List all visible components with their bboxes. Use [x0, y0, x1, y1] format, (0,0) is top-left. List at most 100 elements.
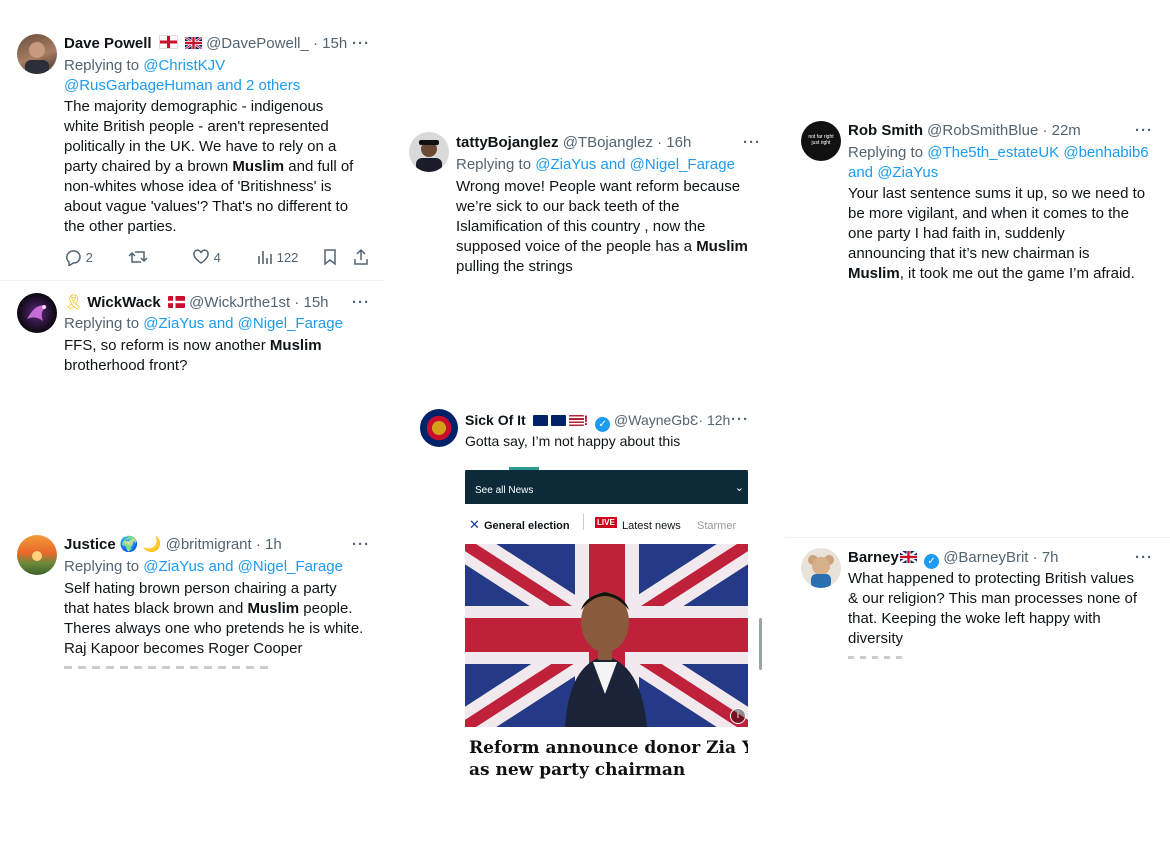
info-icon[interactable]: i — [730, 708, 746, 724]
display-name[interactable]: Rob Smith — [848, 122, 923, 139]
display-name[interactable]: tattyBojanglez — [456, 134, 559, 151]
uk-flag-icon — [532, 415, 548, 426]
more-options-icon[interactable]: ··· — [352, 535, 370, 555]
handle[interactable]: @BarneyBrit — [943, 549, 1028, 566]
nav-general-election[interactable]: General election — [484, 516, 570, 536]
header-accent — [509, 467, 539, 470]
more-options-icon[interactable]: ··· — [743, 133, 761, 153]
handle[interactable]: @WickJrthe1st — [189, 294, 290, 311]
display-name[interactable]: Dave Powell — [64, 35, 152, 52]
avatar[interactable] — [17, 293, 57, 333]
timestamp[interactable]: · 12h — [698, 412, 730, 428]
see-all-news-link[interactable]: See all News — [475, 481, 533, 501]
timestamp[interactable]: · 16h — [657, 134, 691, 151]
live-badge: LIVE — [595, 517, 617, 528]
cropped-text-fragment — [64, 666, 274, 669]
handle[interactable]: @RobSmithBlue — [927, 122, 1038, 139]
tweet-dave-powell[interactable]: Dave Powell @DavePowell_ · 15h ··· Reply… — [0, 0, 385, 280]
tweet-text: Your last sentence sums it up, so we nee… — [848, 185, 1146, 282]
avatar[interactable] — [420, 409, 458, 447]
teddy-bear-icon — [808, 555, 834, 588]
mention-link[interactable]: @ZiaYus and @Nigel_Farage — [143, 558, 343, 575]
verified-badge-icon: ✓ — [924, 554, 940, 569]
display-name[interactable]: Sick Of It — [465, 412, 526, 428]
england-flag-icon — [158, 35, 178, 49]
like-button[interactable]: 4 — [192, 248, 221, 268]
divider — [0, 280, 385, 281]
chevron-down-icon[interactable]: ⌄ — [735, 478, 744, 498]
bookmark-icon — [324, 249, 336, 266]
view-count: 122 — [276, 250, 299, 265]
tweet-tattybojanglez[interactable]: tattyBojanglez @TBojanglez · 16h ··· Rep… — [395, 120, 775, 280]
more-options-icon[interactable]: ··· — [352, 293, 370, 313]
mention-link[interactable]: @ZiaYus and @Nigel_Farage — [535, 156, 735, 173]
share-button[interactable] — [352, 248, 370, 268]
handle[interactable]: @WayneGbƐ — [614, 412, 698, 428]
tweet-justice[interactable]: Justice 🌍 🌙 @britmigrant · 1h ··· Replyi… — [0, 530, 385, 670]
news-card[interactable]: See all News ⌄ ✕ General election LIVE L… — [465, 461, 748, 791]
sunset-photo-icon — [32, 551, 42, 561]
timestamp[interactable]: · 22m — [1042, 122, 1080, 139]
uk-flag-icon — [550, 415, 566, 426]
action-bar: 2 4 122 — [64, 248, 374, 268]
news-header-bar: See all News ⌄ — [465, 467, 748, 504]
display-name[interactable]: Barney — [848, 549, 899, 566]
retweet-button[interactable] — [128, 248, 148, 268]
timestamp[interactable]: · 15h — [294, 294, 328, 311]
mention-link[interactable]: @The5th_estateUK @benhabib6 — [927, 144, 1148, 161]
mention-link[interactable]: @ChristKJV — [143, 57, 225, 74]
nav-divider — [583, 514, 584, 530]
reply-icon — [66, 250, 81, 268]
avatar[interactable] — [409, 132, 449, 172]
scrollbar[interactable] — [759, 618, 762, 670]
avatar[interactable]: not far right just right — [801, 121, 841, 161]
display-name[interactable]: WickWack — [87, 294, 161, 311]
display-name[interactable]: Justice — [64, 536, 116, 553]
nav-next-item[interactable]: Starmer — [697, 516, 736, 536]
replying-to: Replying to @ZiaYus and @Nigel_Farage — [64, 558, 343, 575]
more-options-icon[interactable]: ··· — [1135, 548, 1153, 568]
reply-count: 2 — [85, 250, 93, 265]
more-options-icon[interactable]: ··· — [352, 34, 370, 54]
timestamp[interactable]: · 1h — [256, 536, 282, 553]
news-nav: ✕ General election LIVE Latest news Star… — [465, 504, 748, 542]
tweet-sick-of-it[interactable]: Sick Of It ! ✓ @WayneGbƐ· 12h ··· Gotta … — [410, 400, 780, 800]
bookmark-button[interactable] — [322, 248, 338, 268]
avatar[interactable] — [17, 34, 57, 74]
tweet-wickwack[interactable]: 🎗 WickWack @WickJrthe1st · 15h ··· Reply… — [0, 282, 385, 382]
timestamp[interactable]: · 7h — [1033, 549, 1059, 566]
ribbon-icon: 🎗 — [64, 294, 84, 311]
x-mark-icon: ✕ — [469, 517, 480, 532]
handle[interactable]: @DavePowell_ — [206, 35, 309, 52]
mention-link[interactable]: and @ZiaYus — [848, 163, 938, 183]
timestamp[interactable]: · 15h — [313, 35, 347, 52]
news-headline[interactable]: Reform announce donor Zia Yusaf as new p… — [469, 737, 748, 781]
handle[interactable]: @britmigrant — [166, 536, 252, 553]
nav-latest-news[interactable]: Latest news — [622, 516, 681, 536]
badge-logo-icon — [432, 421, 446, 435]
news-photo[interactable]: i — [465, 544, 748, 727]
avatar[interactable] — [801, 548, 841, 588]
more-options-icon[interactable]: ··· — [731, 410, 749, 430]
handle[interactable]: @TBojanglez — [563, 134, 653, 151]
tweet-rob-smith[interactable]: not far right just right Rob Smith @RobS… — [785, 100, 1170, 300]
person-photo-icon — [25, 42, 49, 74]
replying-to: Replying to @ChristKJV — [64, 57, 226, 74]
bar-chart-icon — [258, 251, 272, 264]
views-button[interactable]: 122 — [257, 248, 298, 268]
avatar[interactable] — [17, 535, 57, 575]
mention-link[interactable]: @ZiaYus and @Nigel_Farage — [143, 315, 343, 332]
tweet-text: Self hating brown person chairing a part… — [64, 580, 364, 657]
tweet-text: What happened to protecting British valu… — [848, 570, 1138, 647]
tweet-text: Wrong move! People want reform because w… — [456, 178, 748, 275]
replying-to: Replying to @The5th_estateUK @benhabib6 — [848, 144, 1149, 161]
tweet-text: FFS, so reform is now another Muslim bro… — [64, 337, 322, 374]
mention-link[interactable]: @RusGarbageHuman and 2 others — [64, 76, 300, 96]
verified-badge-icon: ✓ — [595, 417, 611, 432]
more-options-icon[interactable]: ··· — [1135, 121, 1153, 141]
tweet-text: The majority demographic - indigenous wh… — [64, 98, 354, 235]
retweet-icon — [128, 251, 148, 263]
tweet-barney[interactable]: Barney ✓ @BarneyBrit · 7h ··· What happe… — [785, 538, 1170, 668]
tweet-text: Gotta say, I’m not happy about this — [465, 433, 681, 449]
reply-button[interactable]: 2 — [64, 248, 93, 268]
